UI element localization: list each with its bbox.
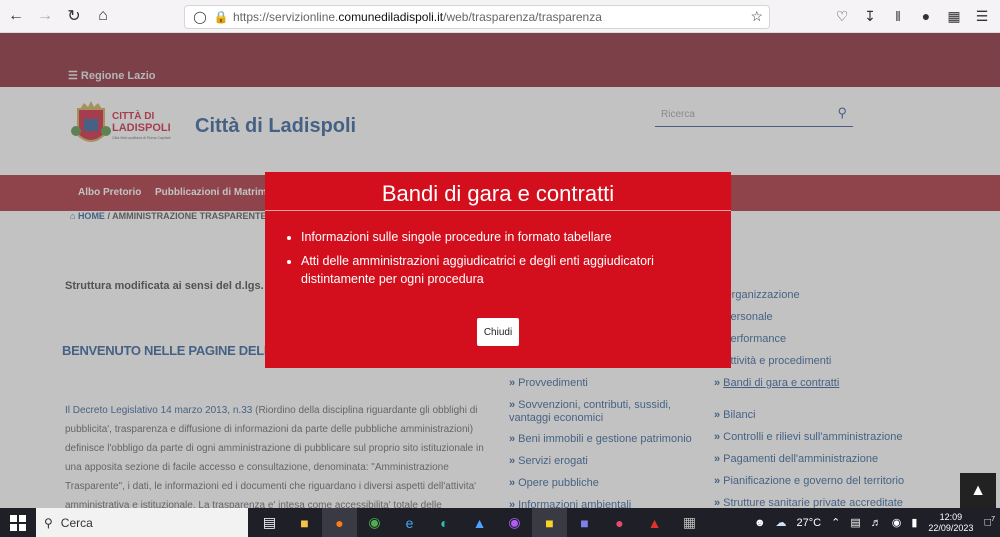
url-domain: comunediladispoli.it xyxy=(338,10,444,24)
home-icon[interactable]: ⌂ xyxy=(90,3,116,29)
back-icon[interactable]: ← xyxy=(3,3,29,29)
modal-dialog: Bandi di gara e contratti Informazioni s… xyxy=(265,172,731,368)
scroll-to-top-button[interactable]: ▲ xyxy=(960,473,996,508)
notification-count: 7 xyxy=(991,516,995,524)
sticky-notes-icon[interactable]: ■ xyxy=(532,508,567,537)
volume-icon[interactable]: ♬ xyxy=(871,517,882,529)
app-icon[interactable]: ● xyxy=(602,508,637,537)
reload-icon[interactable]: ↻ xyxy=(61,3,87,29)
url-prefix: https://servizionline. xyxy=(233,10,339,24)
address-bar[interactable]: ◯ 🔒 https://servizionline. comunediladisp… xyxy=(184,5,770,29)
browser-toolbar: ← → ↻ ⌂ ◯ 🔒 https://servizionline. comune… xyxy=(0,0,1000,33)
menu-icon[interactable]: ☰ xyxy=(972,4,992,28)
download-icon[interactable]: ↧ xyxy=(860,4,880,28)
modal-title: Bandi di gara e contratti xyxy=(381,181,615,206)
start-button[interactable] xyxy=(0,508,36,537)
app-icon[interactable]: ▲ xyxy=(462,508,497,537)
windows-taskbar: ⚲ Cerca ▤ ■ ● ◉ e ◐ ▲ ◉ ■ ■ ● ▲ ▦ ☻ ☁ 27… xyxy=(0,508,1000,537)
modal-divider xyxy=(265,210,731,211)
taskbar-clock[interactable]: 12:09 22/09/2023 xyxy=(928,512,973,534)
acrobat-icon[interactable]: ▲ xyxy=(637,508,672,537)
app-icon[interactable]: ◉ xyxy=(497,508,532,537)
modal-list-item: Informazioni sulle singole procedure in … xyxy=(301,228,701,246)
close-button[interactable]: Chiudi xyxy=(477,318,519,346)
search-icon: ⚲ xyxy=(44,515,53,530)
battery-icon[interactable]: ▮ xyxy=(911,516,917,529)
file-explorer-icon[interactable]: ■ xyxy=(287,508,322,537)
tray-overflow-icon[interactable]: ⌃ xyxy=(831,516,840,529)
account-icon[interactable]: ● xyxy=(916,4,936,28)
teams-icon[interactable]: ■ xyxy=(567,508,602,537)
forward-icon[interactable]: → xyxy=(32,3,58,29)
lock-icon[interactable]: 🔒 xyxy=(212,8,230,26)
calculator-icon[interactable]: ▦ xyxy=(672,508,707,537)
library-icon[interactable]: ‖ xyxy=(888,4,908,28)
chrome-icon[interactable]: ◉ xyxy=(357,508,392,537)
pocket-icon[interactable]: ♡ xyxy=(832,4,852,28)
taskbar-search-label: Cerca xyxy=(60,515,93,530)
firefox-icon[interactable]: ● xyxy=(322,508,357,537)
weather-icon[interactable]: ☁ xyxy=(776,516,787,529)
taskbar-search[interactable]: ⚲ Cerca xyxy=(36,508,248,537)
people-icon[interactable]: ☻ xyxy=(754,517,766,529)
ie-icon[interactable]: e xyxy=(392,508,427,537)
modal-list-item: Atti delle amministrazioni aggiudicatric… xyxy=(301,252,701,288)
edge-icon[interactable]: ◐ xyxy=(427,508,462,537)
shield-icon[interactable]: ◯ xyxy=(191,8,209,26)
wifi-icon[interactable]: ◉ xyxy=(892,516,902,529)
notifications-icon[interactable]: □7 xyxy=(984,516,995,529)
temperature[interactable]: 27°C xyxy=(797,517,822,529)
web-page: ☰ Regione Lazio CITTÀ DI LADISPOLI Città… xyxy=(0,33,1000,508)
network-icon[interactable]: ▤ xyxy=(850,516,860,529)
task-view-icon[interactable]: ▤ xyxy=(252,508,287,537)
bookmark-star-icon[interactable]: ☆ xyxy=(750,8,763,25)
windows-logo-icon xyxy=(10,514,26,531)
clock-time: 12:09 xyxy=(939,511,963,522)
clock-date: 22/09/2023 xyxy=(928,522,974,533)
extensions-icon[interactable]: ▦ xyxy=(944,4,964,28)
url-path: /web/trasparenza/trasparenza xyxy=(443,10,602,24)
modal-list: Informazioni sulle singole procedure in … xyxy=(301,228,701,294)
